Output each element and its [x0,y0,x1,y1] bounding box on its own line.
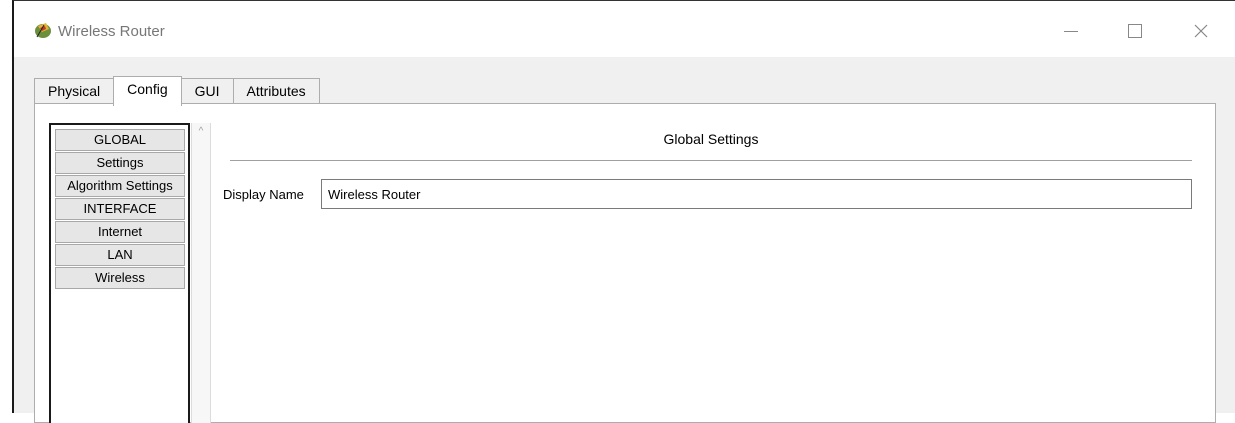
close-icon [1194,24,1208,38]
close-button[interactable] [1178,11,1224,51]
display-name-label: Display Name [223,187,304,202]
tab-config[interactable]: Config [113,76,182,106]
title-bar[interactable]: Wireless Router [14,1,1235,57]
maximize-button[interactable] [1112,11,1158,51]
minimize-button[interactable] [1048,11,1094,51]
minimize-icon [1064,30,1078,32]
tab-gui[interactable]: GUI [180,78,234,104]
section-title: Global Settings [663,131,759,147]
nav-item-interface[interactable]: INTERFACE [55,198,185,220]
divider [230,160,1192,161]
router-app-icon [35,23,51,38]
app-window: Wireless Router Physical Config GUI Attr… [12,0,1235,423]
nav-item-internet[interactable]: Internet [55,221,185,243]
tab-physical[interactable]: Physical [34,78,115,104]
tab-attributes[interactable]: Attributes [232,78,320,104]
nav-item-settings[interactable]: Settings [55,152,185,174]
display-name-input[interactable] [321,179,1192,209]
nav-item-algorithm-settings[interactable]: Algorithm Settings [55,175,185,197]
nav-scrollbar[interactable]: ^ [191,123,211,423]
maximize-icon [1128,24,1142,38]
scroll-up-icon[interactable]: ^ [192,123,210,141]
config-nav-list: GLOBAL Settings Algorithm Settings INTER… [49,123,190,423]
nav-item-wireless[interactable]: Wireless [55,267,185,289]
tab-bar: Physical Config GUI Attributes [34,76,320,106]
nav-item-lan[interactable]: LAN [55,244,185,266]
nav-item-global[interactable]: GLOBAL [55,129,185,151]
window-title: Wireless Router [58,23,165,40]
config-panel: GLOBAL Settings Algorithm Settings INTER… [34,103,1216,423]
